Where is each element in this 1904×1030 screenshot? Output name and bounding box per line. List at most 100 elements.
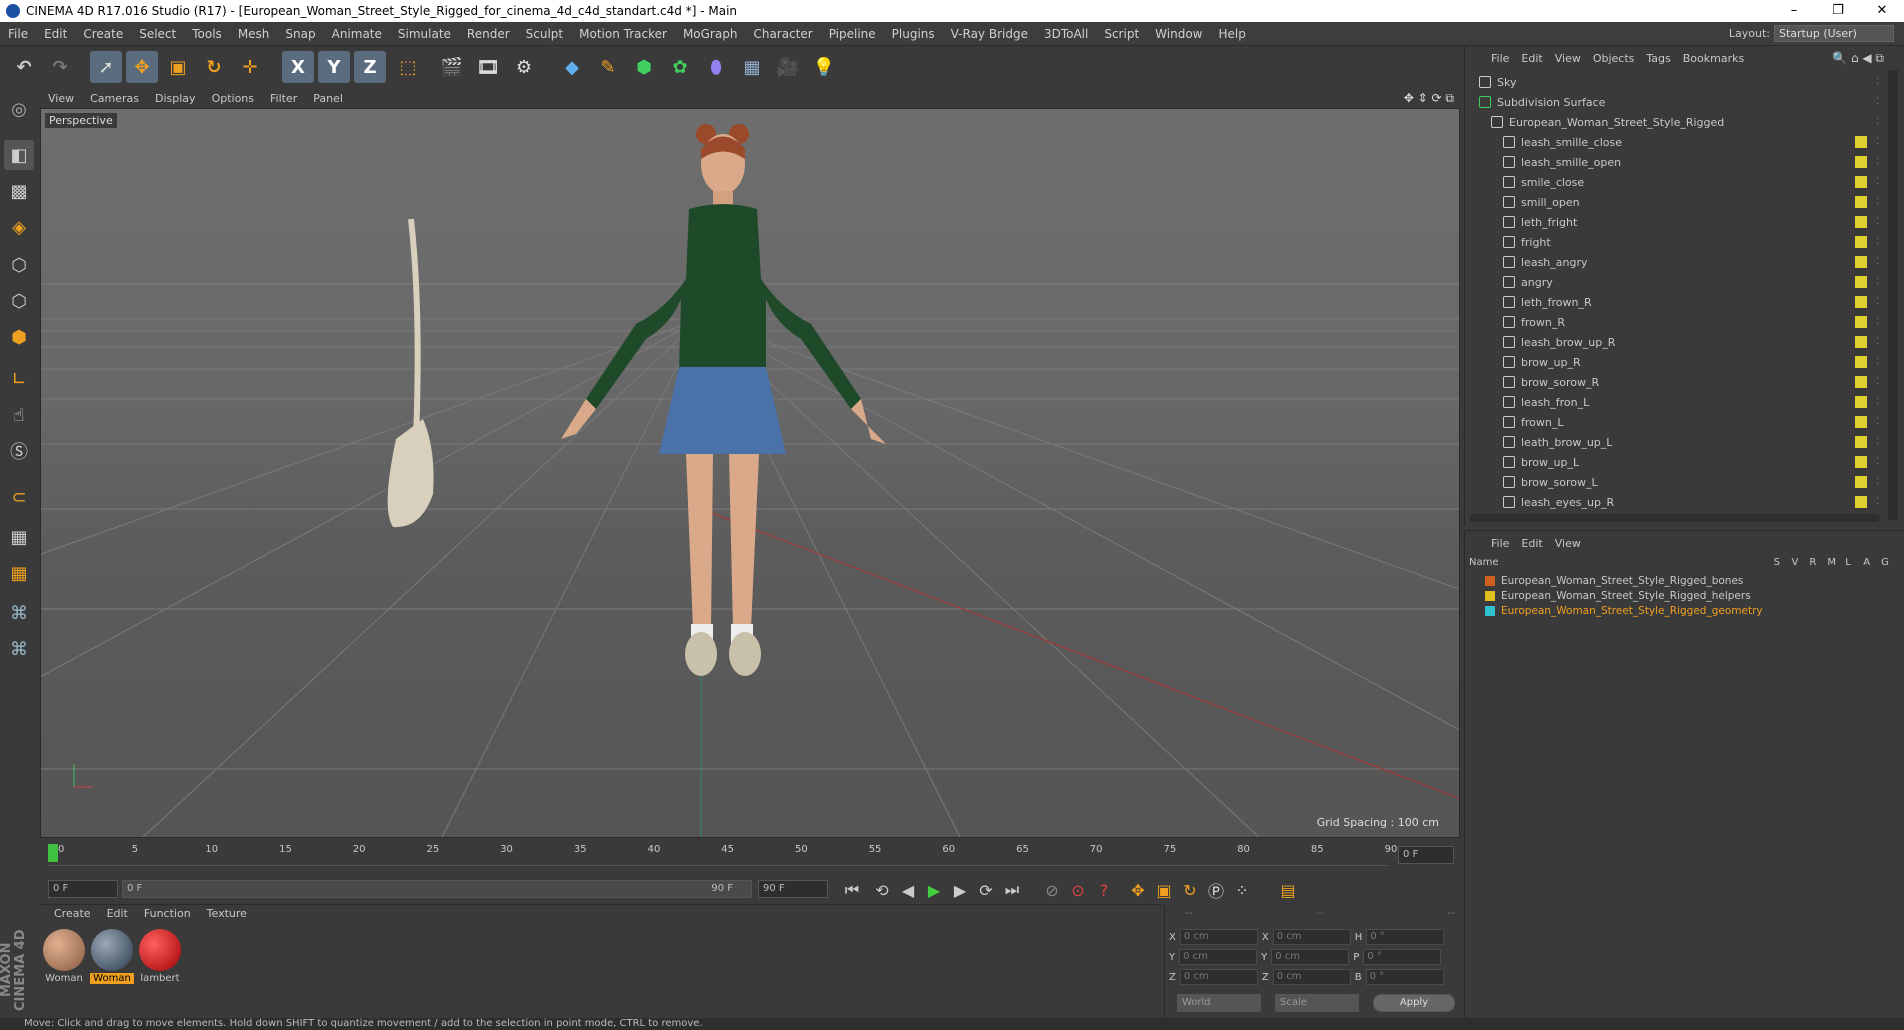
workplane-mode-icon[interactable]: ◈ [4, 212, 34, 242]
visibility-dots-icon[interactable]: ⁚ [1876, 117, 1879, 127]
object-row[interactable]: leth_frown_R ⁚ [1465, 292, 1881, 312]
material-menu-texture[interactable]: Texture [199, 907, 255, 920]
redo-icon[interactable]: ↷ [44, 51, 76, 83]
menu-tools[interactable]: Tools [184, 27, 230, 41]
layer-tag-icon[interactable] [1855, 196, 1867, 208]
visibility-dots-icon[interactable]: ⁚ [1876, 437, 1879, 447]
layer-tag-icon[interactable] [1855, 496, 1867, 508]
layer-tag-icon[interactable] [1855, 136, 1867, 148]
menu-3dtoall[interactable]: 3DToAll [1036, 27, 1096, 41]
position-z-field[interactable]: 0 cm [1179, 969, 1258, 985]
end-frame-field[interactable]: 90 F [758, 880, 828, 898]
key-position-icon[interactable]: ✥ [1126, 878, 1150, 902]
menu-character[interactable]: Character [745, 27, 820, 41]
lock-workplane-icon[interactable]: ▦ [4, 522, 34, 552]
object-row[interactable]: angry ⁚ [1465, 272, 1881, 292]
layer-tag-icon[interactable] [1855, 436, 1867, 448]
object-row[interactable]: leash_smille_open ⁚ [1465, 152, 1881, 172]
layer-tag-icon[interactable] [1855, 396, 1867, 408]
menu-render[interactable]: Render [459, 27, 518, 41]
size-y-field[interactable]: 0 cm [1271, 949, 1350, 965]
layer-tag-icon[interactable] [1855, 476, 1867, 488]
object-row[interactable]: brow_up_R ⁚ [1465, 352, 1881, 372]
snapping-icon[interactable]: Ⓢ [4, 436, 34, 466]
menu-plugins[interactable]: Plugins [884, 27, 943, 41]
go-to-end-icon[interactable]: ⏭ [1000, 878, 1024, 902]
object-row[interactable]: leash_fron_L ⁚ [1465, 392, 1881, 412]
go-to-start-icon[interactable]: ⏮ [840, 878, 864, 902]
menu-help[interactable]: Help [1210, 27, 1253, 41]
object-row[interactable]: smill_open ⁚ [1465, 192, 1881, 212]
menu-mograph[interactable]: MoGraph [675, 27, 746, 41]
auto-keying-icon[interactable]: ⊙ [1066, 878, 1090, 902]
timeline-ruler[interactable]: 0 5 10 15 20 25 30 35 40 45 50 55 60 65 70 75 80 85 90 0 F [40, 840, 1460, 876]
key-scale-icon[interactable]: ▣ [1152, 878, 1176, 902]
camera-icon[interactable]: 🎥 [772, 51, 804, 83]
object-row[interactable]: fright ⁚ [1465, 232, 1881, 252]
viewport-menu-cameras[interactable]: Cameras [82, 92, 147, 105]
axis-y-lock-button[interactable]: Y [318, 51, 350, 83]
object-row[interactable]: Subdivision Surface ⁚ [1465, 92, 1881, 112]
subdivision-surface-icon[interactable]: ⬢ [628, 51, 660, 83]
axis-mode-icon[interactable]: ∟ [4, 364, 34, 394]
layer-row[interactable]: European_Woman_Street_Style_Rigged_bones [1469, 573, 1899, 588]
visibility-dots-icon[interactable]: ⁚ [1876, 177, 1879, 187]
visibility-dots-icon[interactable]: ⁚ [1876, 157, 1879, 167]
layer-row[interactable]: European_Woman_Street_Style_Rigged_geome… [1469, 603, 1899, 618]
menu-file[interactable]: File [0, 27, 36, 41]
python-console-icon[interactable]: ⌘ [4, 634, 34, 664]
visibility-dots-icon[interactable]: ⁚ [1876, 217, 1879, 227]
menu-script[interactable]: Script [1096, 27, 1147, 41]
visibility-dots-icon[interactable]: ⁚ [1876, 417, 1879, 427]
playhead[interactable] [48, 844, 58, 862]
texture-mode-icon[interactable]: ▩ [4, 176, 34, 206]
menu-window[interactable]: Window [1147, 27, 1210, 41]
keyframe-selection-icon[interactable]: ? [1092, 878, 1116, 902]
menu-select[interactable]: Select [131, 27, 184, 41]
layer-tag-icon[interactable] [1855, 176, 1867, 188]
objects-menu-file[interactable]: File [1485, 52, 1515, 65]
object-row[interactable]: leth_fright ⁚ [1465, 212, 1881, 232]
object-row[interactable]: leath_brow_up_L ⁚ [1465, 432, 1881, 452]
next-key-icon[interactable]: ⟳ [974, 878, 998, 902]
layers-menu-view[interactable]: View [1549, 537, 1587, 550]
objects-horizontal-scrollbar[interactable] [1470, 514, 1880, 522]
visibility-dots-icon[interactable]: ⁚ [1876, 137, 1879, 147]
material-menu-create[interactable]: Create [46, 907, 99, 920]
objects-menu-bookmarks[interactable]: Bookmarks [1677, 52, 1750, 65]
minimize-button[interactable]: – [1772, 0, 1816, 22]
objects-vertical-scrollbar[interactable] [1888, 70, 1898, 520]
object-row[interactable]: European_Woman_Street_Style_Rigged ⁚ [1465, 112, 1881, 132]
render-settings-icon[interactable]: ⚙ [508, 51, 540, 83]
axis-z-lock-button[interactable]: Z [354, 51, 386, 83]
viewport-menu-view[interactable]: View [40, 92, 82, 105]
menu-edit[interactable]: Edit [36, 27, 75, 41]
visibility-dots-icon[interactable]: ⁚ [1876, 317, 1879, 327]
spline-pen-icon[interactable]: ✎ [592, 51, 624, 83]
light-bulb-icon[interactable]: 💡 [808, 51, 840, 83]
object-row[interactable]: leash_angry ⁚ [1465, 252, 1881, 272]
start-frame-field[interactable]: 0 F [48, 880, 118, 898]
magnet-icon[interactable]: ⊂ [4, 482, 34, 512]
visibility-dots-icon[interactable]: ⁚ [1876, 297, 1879, 307]
layer-tag-icon[interactable] [1855, 456, 1867, 468]
rotate-tool-icon[interactable]: ↻ [198, 51, 230, 83]
cube-primitive-icon[interactable]: ◆ [556, 51, 588, 83]
layer-tag-icon[interactable] [1855, 416, 1867, 428]
layer-tag-icon[interactable] [1855, 316, 1867, 328]
viewport-menu-display[interactable]: Display [147, 92, 204, 105]
render-view-icon[interactable]: 🎬 [436, 51, 468, 83]
objects-menu-tags[interactable]: Tags [1640, 52, 1676, 65]
menu-sculpt[interactable]: Sculpt [518, 27, 571, 41]
menu-mesh[interactable]: Mesh [230, 27, 278, 41]
rotation-p-field[interactable]: 0 ° [1363, 949, 1442, 965]
menu-animate[interactable]: Animate [324, 27, 390, 41]
play-icon[interactable]: ▶ [922, 878, 946, 902]
layer-tag-icon[interactable] [1855, 336, 1867, 348]
key-rotation-icon[interactable]: ↻ [1178, 878, 1202, 902]
layer-tag-icon[interactable] [1855, 236, 1867, 248]
rotation-b-field[interactable]: 0 ° [1365, 969, 1444, 985]
rotation-h-field[interactable]: 0 ° [1366, 929, 1445, 945]
size-z-field[interactable]: 0 cm [1272, 969, 1351, 985]
visibility-dots-icon[interactable]: ⁚ [1876, 237, 1879, 247]
